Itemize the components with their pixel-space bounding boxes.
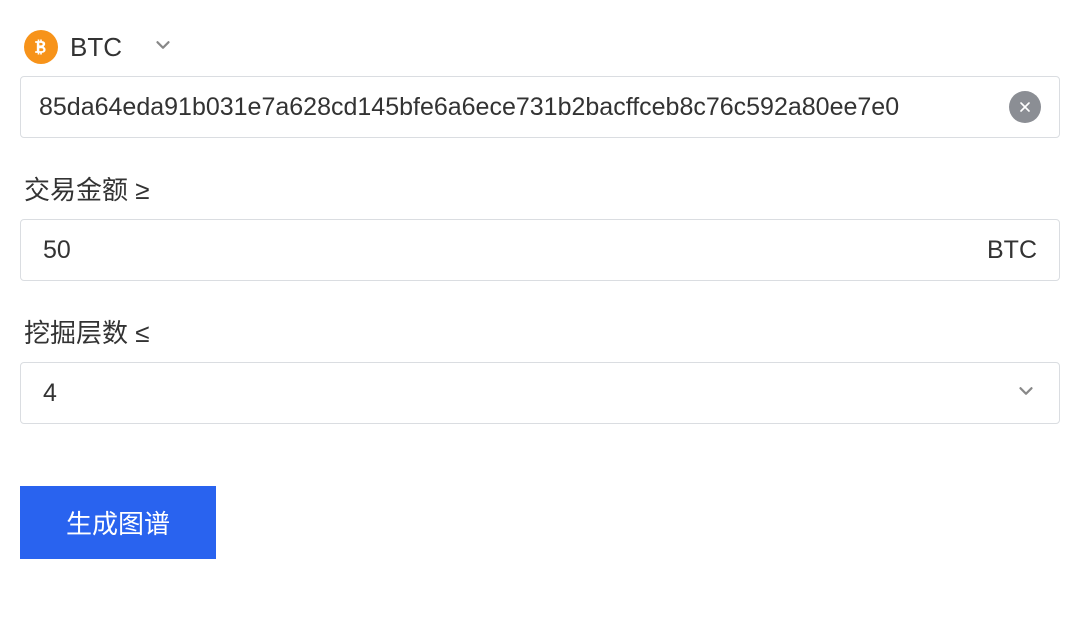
depth-field-label: 挖掘层数 ≤ (20, 313, 1060, 350)
amount-value: 50 (43, 236, 987, 265)
bitcoin-icon (24, 30, 58, 64)
amount-input[interactable]: 50 BTC (20, 219, 1060, 281)
currency-code-label: BTC (70, 32, 122, 63)
depth-field-wrapper: 挖掘层数 ≤ 4 (20, 313, 1060, 424)
chevron-down-icon (152, 34, 174, 61)
hash-input-value: 85da64eda91b031e7a628cd145bfe6a6ece731b2… (39, 93, 997, 122)
chevron-down-icon (1015, 380, 1037, 407)
currency-selector[interactable]: BTC (20, 30, 1060, 64)
amount-field-label: 交易金额 ≥ (20, 170, 1060, 207)
depth-value: 4 (43, 379, 1015, 408)
close-icon (1017, 99, 1033, 115)
depth-select[interactable]: 4 (20, 362, 1060, 424)
hash-input-wrapper[interactable]: 85da64eda91b031e7a628cd145bfe6a6ece731b2… (20, 76, 1060, 138)
clear-button[interactable] (1009, 91, 1041, 123)
amount-suffix: BTC (987, 236, 1037, 265)
generate-button[interactable]: 生成图谱 (20, 486, 216, 559)
amount-field-wrapper: 交易金额 ≥ 50 BTC (20, 170, 1060, 281)
